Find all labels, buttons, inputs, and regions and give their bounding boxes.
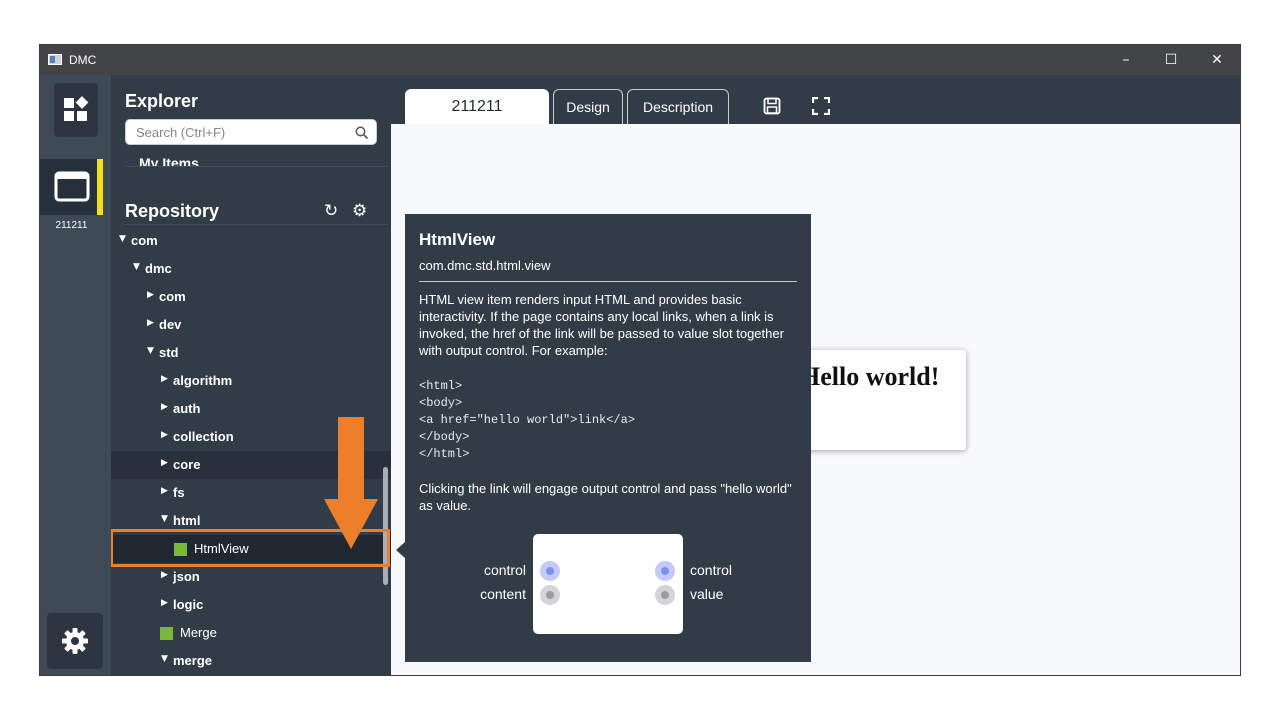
tooltip-divider [419, 281, 797, 282]
tree-folder-json[interactable]: ▶ json [111, 563, 391, 591]
app-icon [48, 54, 62, 65]
settings-button[interactable] [47, 613, 103, 669]
tooltip-subtitle: com.dmc.std.html.view [419, 258, 551, 273]
expanded-arrow-icon: ▼ [161, 514, 168, 524]
settings-icon[interactable]: ⚙ [352, 201, 367, 221]
collapsed-arrow-icon: ▶ [147, 290, 154, 300]
output-control-port [655, 561, 675, 581]
document-rail-button[interactable] [40, 159, 103, 215]
app-window: DMC – ☐ ✕ 211211 Explorer Search (Ctrl+F… [39, 44, 1241, 676]
search-icon[interactable] [355, 126, 369, 140]
output-value-port [655, 585, 675, 605]
expanded-arrow-icon: ▼ [119, 234, 126, 244]
collapsed-arrow-icon: ▶ [147, 318, 154, 328]
save-icon[interactable] [763, 97, 781, 115]
activity-rail: 211211 [40, 75, 111, 675]
tooltip-footer: Clicking the link will engage output con… [419, 481, 792, 513]
node-preview [533, 534, 683, 634]
collapsed-arrow-icon: ▶ [161, 570, 168, 580]
tree-folder-dmc-com[interactable]: ▶ com [111, 283, 391, 311]
search-input[interactable] [136, 123, 346, 141]
collapsed-arrow-icon: ▶ [161, 430, 168, 440]
refresh-icon[interactable]: ↻ [324, 201, 338, 221]
tree-folder-algorithm[interactable]: ▶ algorithm [111, 367, 391, 395]
collapsed-arrow-icon: ▶ [161, 598, 168, 608]
explorer-title: Explorer [125, 91, 199, 111]
tree-scrollbar[interactable] [383, 467, 388, 585]
explorer-panel: Explorer My Items Repository ↻ ⚙ ▼ com ▼… [111, 75, 391, 675]
tooltip-title: HtmlView [419, 230, 496, 249]
item-square-icon [160, 627, 173, 640]
tooltip-pointer [396, 542, 405, 558]
output-control-label: control [690, 562, 733, 578]
search-box [125, 119, 377, 145]
input-content-port [540, 585, 560, 605]
input-control-label: control [483, 562, 526, 578]
input-control-port [540, 561, 560, 581]
window-title: DMC [69, 53, 97, 67]
window-icon [54, 171, 90, 202]
expanded-arrow-icon: ▼ [147, 346, 154, 356]
expanded-arrow-icon: ▼ [161, 654, 168, 664]
tab-description[interactable]: Description [627, 89, 729, 125]
repository-rail-button[interactable] [54, 83, 98, 137]
my-items-label: My Items [139, 155, 199, 167]
fullscreen-icon[interactable] [812, 97, 830, 115]
widgets-icon [64, 96, 89, 121]
expanded-arrow-icon: ▼ [133, 262, 140, 272]
document-rail-label: 211211 [55, 220, 88, 231]
tab-design[interactable]: Design [553, 89, 623, 125]
minimize-button[interactable]: – [1114, 49, 1138, 71]
tab-document[interactable]: 211211 [405, 89, 549, 125]
title-bar: DMC – ☐ ✕ [40, 45, 1240, 75]
tree-folder-dev[interactable]: ▶ dev [111, 311, 391, 339]
collapsed-arrow-icon: ▶ [161, 458, 168, 468]
output-value-label: value [690, 586, 724, 602]
my-items-section[interactable]: My Items [125, 149, 387, 167]
item-tooltip: HtmlView com.dmc.std.html.view HTML view… [405, 214, 811, 662]
html-preview-card[interactable]: Hello world! [790, 350, 966, 450]
maximize-button[interactable]: ☐ [1159, 49, 1183, 71]
collapsed-arrow-icon: ▶ [161, 486, 168, 496]
collapsed-arrow-icon: ▶ [161, 374, 168, 384]
input-content-label: content [480, 586, 526, 602]
highlight-annotation [111, 529, 390, 567]
tooltip-description: HTML view item renders input HTML and pr… [419, 292, 784, 358]
tree-folder-logic[interactable]: ▶ logic [111, 591, 391, 619]
tree-folder-std[interactable]: ▼ std [111, 339, 391, 367]
tree-item-merge[interactable]: Merge [111, 619, 391, 647]
tree-folder-com[interactable]: ▼ com [111, 227, 391, 255]
gear-icon [62, 628, 88, 654]
repository-title: Repository [125, 201, 220, 221]
close-button[interactable]: ✕ [1205, 49, 1229, 71]
tab-bar: 211211 Design Description [391, 75, 1240, 125]
repository-header: Repository ↻ ⚙ [125, 201, 387, 225]
html-preview-text: Hello world! [800, 362, 940, 391]
active-document-marker [97, 159, 103, 215]
tooltip-code-example: <html> <body> <a href="hello world">link… [419, 379, 636, 461]
collapsed-arrow-icon: ▶ [161, 402, 168, 412]
tree-folder-dmc[interactable]: ▼ dmc [111, 255, 391, 283]
tree-folder-merge[interactable]: ▼ merge [111, 647, 391, 675]
